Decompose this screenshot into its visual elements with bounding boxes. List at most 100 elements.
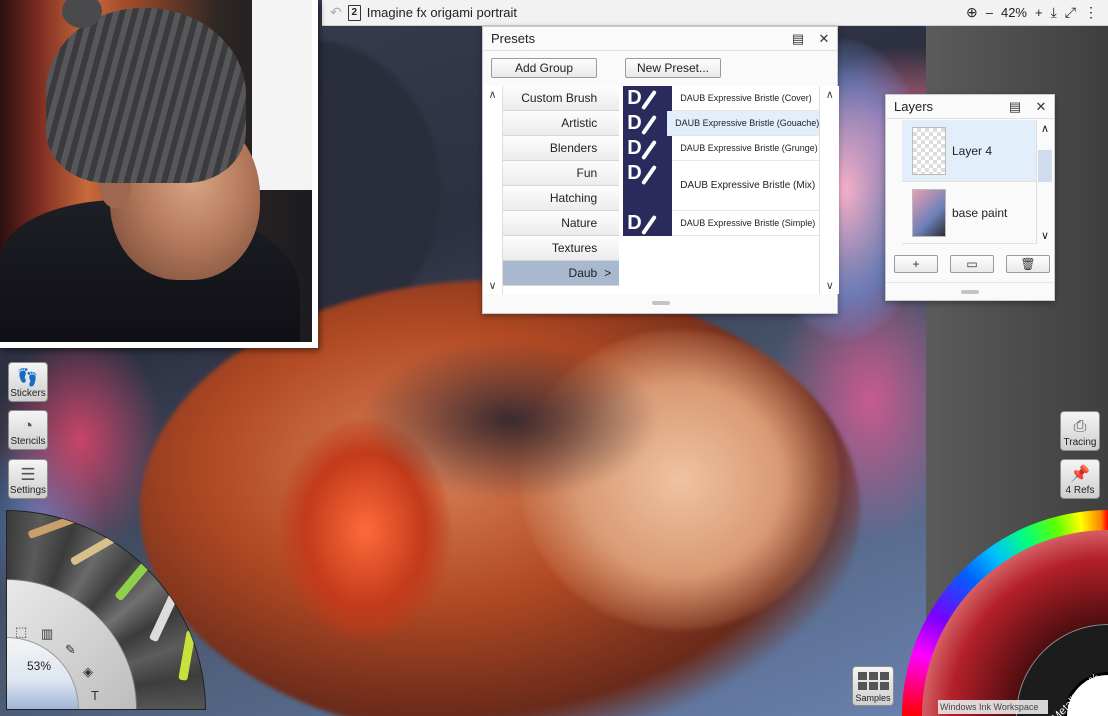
top-bar: ↶ 2 Imagine fx origami portrait ⊕ – 42% … bbox=[322, 0, 1108, 26]
brush-preset-name: DAUB Expressive Bristle (Cover) bbox=[680, 93, 812, 103]
fill-bucket-icon[interactable]: ◈ bbox=[83, 664, 93, 680]
grid-icon bbox=[857, 672, 889, 690]
preset-group-label: Fun bbox=[576, 166, 598, 180]
brush-preset-name: DAUB Expressive Bristle (Mix) bbox=[680, 180, 816, 191]
sliders-icon: ☰ bbox=[20, 465, 36, 484]
windows-ink-workspace-label[interactable]: Windows Ink Workspace bbox=[938, 700, 1048, 714]
layer-item[interactable]: Layer 4 bbox=[902, 120, 1036, 182]
layers-panel: Layers ▤ ✕ Layer 4 base paint ∧ ∨ + ▭ 🗑 bbox=[885, 94, 1055, 301]
trash-icon[interactable]: 🗑 bbox=[1006, 255, 1050, 273]
brush-preset-item[interactable]: D DAUB Expressive Bristle (Simple) bbox=[623, 210, 820, 236]
brush-thumbnail: D bbox=[623, 160, 673, 211]
tool-pencil[interactable] bbox=[148, 588, 181, 643]
pin-note-icon: 📌 bbox=[1070, 466, 1090, 483]
document-icon[interactable]: 2 bbox=[347, 4, 361, 21]
preset-group-textures[interactable]: Textures bbox=[502, 236, 620, 261]
text-tool-icon[interactable]: T bbox=[91, 688, 99, 703]
reference-image[interactable] bbox=[0, 0, 318, 348]
brush-preset-name: DAUB Expressive Bristle (Simple) bbox=[680, 218, 816, 228]
add-group-button[interactable]: Add Group bbox=[491, 58, 597, 78]
scroll-up-icon[interactable]: ∧ bbox=[483, 88, 502, 101]
panel-menu-icon[interactable]: ▤ bbox=[1002, 99, 1028, 115]
references-button[interactable]: 📌 4 Refs bbox=[1060, 459, 1100, 499]
add-layer-button[interactable]: + bbox=[894, 255, 938, 273]
layers-panel-title: Layers bbox=[894, 99, 934, 114]
add-document-icon[interactable]: ⊕ bbox=[966, 4, 978, 21]
new-preset-button[interactable]: New Preset... bbox=[625, 58, 721, 78]
zoom-level: 42% bbox=[1000, 5, 1027, 20]
brush-preset-item[interactable]: D DAUB Expressive Bristle (Gouache) bbox=[623, 110, 820, 136]
close-icon[interactable]: ✕ bbox=[1028, 99, 1054, 115]
preset-group-list: Custom Brush Artistic Blenders Fun Hatch… bbox=[502, 86, 624, 294]
stickers-button[interactable]: 👣 Stickers bbox=[8, 362, 48, 402]
brush-thumbnail: D bbox=[623, 110, 668, 136]
eyedropper-icon[interactable]: ✎ bbox=[65, 642, 76, 658]
panel-resize-grip[interactable] bbox=[886, 282, 1054, 300]
brush-preset-item[interactable]: D DAUB Expressive Bristle (Mix) bbox=[623, 160, 820, 211]
preset-group-artistic[interactable]: Artistic bbox=[502, 111, 620, 136]
tracing-label: Tracing bbox=[1063, 437, 1097, 448]
more-menu-icon[interactable]: ⋮ bbox=[1084, 4, 1098, 21]
footprint-icon: 👣 bbox=[17, 368, 39, 387]
brush-preset-item[interactable]: D DAUB Expressive Bristle (Cover) bbox=[623, 85, 820, 111]
scroll-up-icon[interactable]: ∧ bbox=[1037, 122, 1053, 135]
scroll-down-icon[interactable]: ∨ bbox=[1037, 229, 1053, 242]
layer-item[interactable]: base paint bbox=[902, 182, 1036, 244]
zoom-in-button[interactable]: + bbox=[1035, 5, 1043, 20]
layer-name: Layer 4 bbox=[952, 143, 993, 158]
document-title: Imagine fx origami portrait bbox=[366, 5, 518, 20]
settings-label: Settings bbox=[9, 485, 47, 496]
preset-group-fun[interactable]: Fun bbox=[502, 161, 620, 186]
preset-group-nature[interactable]: Nature bbox=[502, 211, 620, 236]
panel-resize-grip[interactable] bbox=[483, 293, 839, 313]
scroll-down-icon[interactable]: ∨ bbox=[483, 279, 502, 292]
brushes-scrollbar[interactable]: ∧ ∨ bbox=[819, 86, 839, 294]
layers-scrollbar[interactable]: ∧ ∨ bbox=[1036, 120, 1052, 244]
reference-photo bbox=[0, 0, 312, 342]
stencil-icon: ◔ bbox=[22, 416, 34, 435]
samples-label: Samples bbox=[855, 693, 891, 703]
groups-scrollbar[interactable]: ∧ ∨ bbox=[483, 86, 503, 294]
presets-panel: Presets ▤ ✕ Add Group New Preset... ∧ ∨ … bbox=[482, 26, 839, 314]
brush-size-value: 53% bbox=[27, 659, 52, 673]
layer-thumbnail bbox=[912, 188, 946, 237]
folder-icon[interactable]: ▭ bbox=[950, 255, 994, 273]
preset-group-label: Custom Brush bbox=[521, 91, 598, 105]
references-label: 4 Refs bbox=[1065, 485, 1095, 496]
brush-preset-item[interactable]: D DAUB Expressive Bristle (Grunge) bbox=[623, 135, 820, 161]
brush-preset-list: D DAUB Expressive Bristle (Cover) D DAUB E… bbox=[623, 85, 820, 294]
presets-panel-title: Presets bbox=[491, 31, 536, 46]
scroll-up-icon[interactable]: ∧ bbox=[820, 88, 839, 101]
preset-group-blenders[interactable]: Blenders bbox=[502, 136, 620, 161]
roller-icon[interactable]: ▥ bbox=[41, 626, 53, 642]
scroll-down-icon[interactable]: ∨ bbox=[820, 279, 839, 292]
settings-button[interactable]: ☰ Settings bbox=[8, 459, 48, 499]
preset-group-label: Blenders bbox=[549, 141, 598, 155]
panel-menu-icon[interactable]: ▤ bbox=[785, 31, 811, 47]
preset-group-label: Nature bbox=[561, 216, 598, 230]
preset-group-custom-brush[interactable]: Custom Brush bbox=[502, 86, 620, 111]
preset-group-label: Textures bbox=[551, 241, 598, 255]
tracing-button[interactable]: ⎙ Tracing bbox=[1060, 411, 1100, 451]
preset-group-label: Hatching bbox=[549, 191, 598, 205]
brush-thumbnail: D bbox=[623, 85, 673, 111]
zoom-out-button[interactable]: – bbox=[986, 5, 993, 20]
layer-thumbnail bbox=[912, 126, 946, 175]
layer-name: base paint bbox=[952, 205, 1008, 220]
stencils-button[interactable]: ◔ Stencils bbox=[8, 410, 48, 450]
download-icon[interactable]: ⤓ bbox=[1051, 4, 1057, 21]
tracing-icon: ⎙ bbox=[1073, 418, 1087, 435]
back-arrow-icon[interactable]: ↶ bbox=[330, 4, 342, 21]
brush-thumbnail: D bbox=[623, 210, 673, 236]
canvas-hat-stroke bbox=[360, 340, 660, 500]
preset-group-daub[interactable]: Daub > bbox=[502, 261, 620, 286]
layer-list: Layer 4 base paint bbox=[886, 120, 1054, 244]
preset-group-hatching[interactable]: Hatching bbox=[502, 186, 620, 211]
brush-preset-name: DAUB Expressive Bristle (Gouache) bbox=[675, 118, 820, 128]
close-icon[interactable]: ✕ bbox=[811, 31, 837, 47]
fullscreen-icon[interactable]: ⤢ bbox=[1065, 4, 1076, 21]
tool-airbrush[interactable] bbox=[178, 630, 196, 681]
brush-thumbnail: D bbox=[623, 135, 673, 161]
samples-button[interactable]: Samples bbox=[852, 666, 894, 706]
scroll-thumb[interactable] bbox=[1038, 150, 1052, 182]
